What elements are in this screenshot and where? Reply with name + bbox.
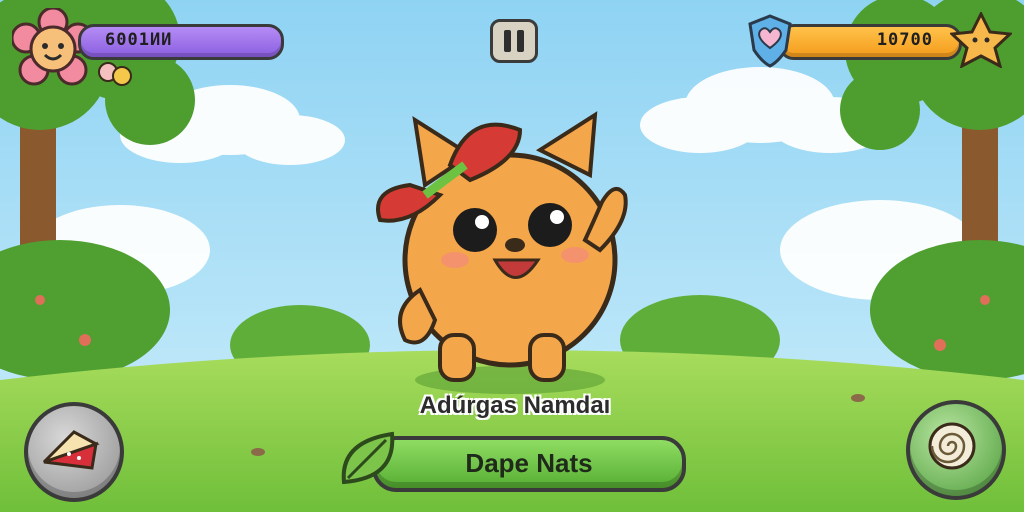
swirl-shell-icon (928, 422, 976, 470)
pause-button[interactable] (490, 19, 538, 63)
leaf-icon (341, 431, 395, 485)
pause-icon (504, 30, 511, 52)
pet-mini-icon (98, 62, 132, 86)
currency-value: 10700 (876, 30, 933, 50)
pet-character[interactable] (370, 110, 660, 400)
shell-button[interactable] (906, 400, 1006, 500)
food-button[interactable] (24, 402, 124, 502)
character-name: Adúrgas Namdaı (419, 392, 611, 419)
cake-slice-icon (42, 430, 100, 470)
player-level-bar: 6001ИИ (78, 24, 284, 60)
heart-shield-icon (748, 14, 792, 68)
currency-bar: 10700 (778, 24, 962, 60)
star-pet-icon (950, 12, 1012, 68)
primary-action-label: Dape Nats (465, 448, 593, 478)
player-level-value: 6001ИИ (105, 30, 173, 50)
primary-action-button[interactable]: Dape Nats (372, 436, 686, 492)
